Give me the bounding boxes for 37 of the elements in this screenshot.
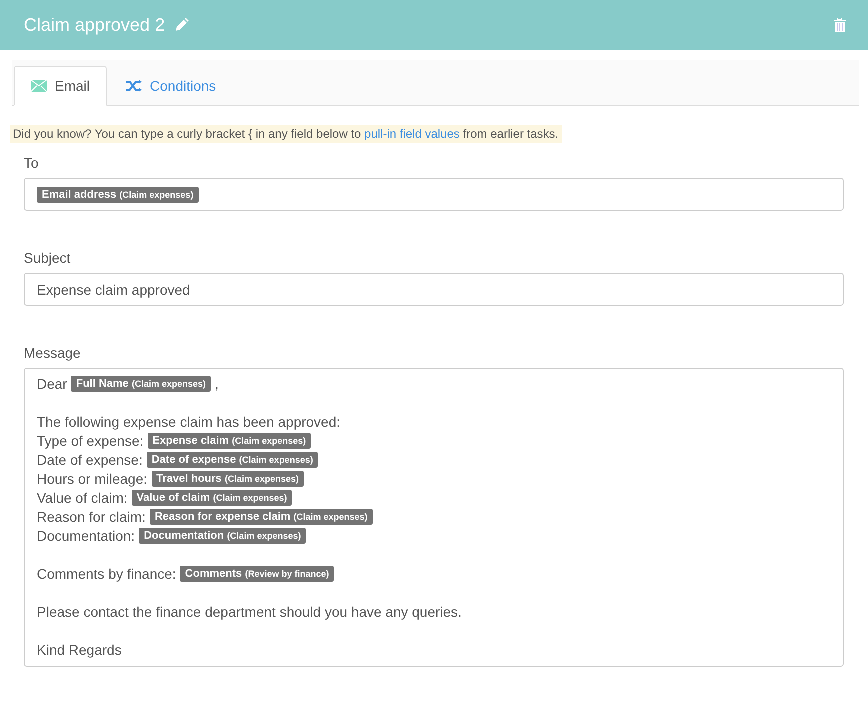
envelope-icon xyxy=(31,80,47,92)
field-token: Expense claim (Claim expenses) xyxy=(148,432,312,448)
field-token: Date of expense (Claim expenses) xyxy=(146,452,318,468)
shuffle-icon xyxy=(126,80,142,92)
help-link[interactable]: pull-in field values xyxy=(364,127,460,141)
field-label: To xyxy=(24,155,39,171)
message-text: Value of claim: xyxy=(37,490,128,506)
message-text: Kind Regards xyxy=(37,642,122,658)
field-token: Travel hours (Claim expenses) xyxy=(152,470,304,486)
field-token: Full Name (Claim expenses) xyxy=(71,376,212,392)
edit-icon[interactable] xyxy=(175,18,190,32)
message-text: Documentation: xyxy=(37,528,136,544)
message-text: Hours or mileage: xyxy=(37,470,148,486)
field-token: Reason for expense claim (Claim expenses) xyxy=(150,508,373,524)
message-field[interactable] xyxy=(24,368,844,667)
workflow-title: Claim approved 2 xyxy=(24,14,166,36)
field-token: Comments (Review by finance) xyxy=(180,566,334,582)
message-text: Dear xyxy=(37,376,68,392)
subject-field[interactable]: Expense claim approved xyxy=(24,273,844,306)
field-token: Documentation (Claim expenses) xyxy=(139,528,306,544)
subject-value: Expense claim approved xyxy=(37,282,190,298)
message-text: Type of expense: xyxy=(37,432,144,448)
delete-icon[interactable] xyxy=(834,18,846,32)
hint-text: Did you know? You can type a curly bracket { in any field below to pull-in field values from earlier tasks. xyxy=(10,125,562,143)
message-text: Reason for claim: xyxy=(37,508,146,524)
to-field[interactable]: Email address (Claim expenses) xyxy=(24,178,844,211)
message-text: Please contact the finance department should you have any queries. xyxy=(37,604,462,620)
message-text: The following expense claim has been approved: xyxy=(37,414,341,430)
message-text: , xyxy=(215,376,219,392)
tab[interactable]: Email xyxy=(14,66,108,106)
field-token: Value of claim (Claim expenses) xyxy=(132,490,292,506)
tab[interactable]: Conditions xyxy=(109,66,234,106)
message-text: Date of expense: xyxy=(37,452,143,468)
message-text: Comments by finance: xyxy=(37,566,176,582)
field-token: Email address (Claim expenses) xyxy=(37,186,199,202)
field-label: Subject xyxy=(24,250,71,266)
field-label: Message xyxy=(24,345,81,361)
